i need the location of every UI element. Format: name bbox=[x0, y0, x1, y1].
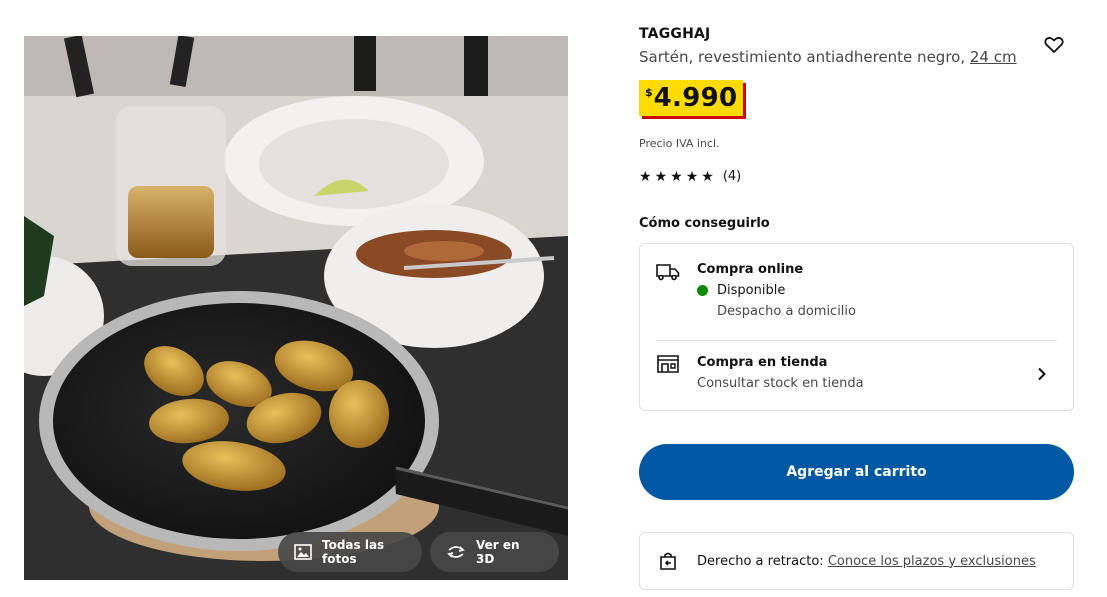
chevron-right-icon bbox=[1038, 367, 1046, 381]
view-3d-button[interactable]: Ver en 3D bbox=[430, 532, 559, 572]
price-tag: $ 4.990 bbox=[639, 80, 744, 116]
online-status-text: Disponible bbox=[717, 283, 786, 298]
favorite-button[interactable] bbox=[1043, 34, 1065, 56]
star-icon: ★ bbox=[701, 168, 714, 185]
product-description-text: Sartén, revestimiento antiadherente negr… bbox=[639, 48, 966, 66]
truck-icon bbox=[656, 264, 680, 281]
online-status: Disponible bbox=[697, 283, 856, 298]
star-icon: ★ bbox=[639, 168, 652, 185]
product-photo bbox=[24, 36, 568, 580]
store-icon bbox=[657, 355, 679, 373]
all-photos-button[interactable]: Todas las fotos bbox=[278, 532, 422, 572]
rotate-3d-icon bbox=[447, 546, 465, 558]
price-currency: $ bbox=[645, 86, 653, 99]
rating[interactable]: ★ ★ ★ ★ ★ (4) bbox=[639, 169, 741, 184]
status-dot bbox=[697, 285, 708, 296]
store-sub: Consultar stock en tienda bbox=[697, 376, 864, 391]
availability-card: Compra online Disponible Despacho a domi… bbox=[639, 243, 1074, 411]
product-description: Sartén, revestimiento antiadherente negr… bbox=[639, 48, 1075, 66]
returns-card: Derecho a retracto: Conoce los plazos y … bbox=[639, 532, 1074, 590]
return-bag-icon bbox=[660, 552, 676, 570]
online-sub: Despacho a domicilio bbox=[717, 304, 856, 319]
returns-label: Derecho a retracto: bbox=[697, 553, 824, 569]
store-purchase-option[interactable]: Compra en tienda Consultar stock en tien… bbox=[656, 340, 1057, 410]
online-purchase-option: Compra online Disponible Despacho a domi… bbox=[656, 260, 1057, 340]
store-title: Compra en tienda bbox=[697, 355, 828, 370]
vat-note: Precio IVA incl. bbox=[639, 137, 720, 150]
size-link[interactable]: 24 cm bbox=[970, 48, 1017, 66]
product-image[interactable]: Todas las fotos Ver en 3D bbox=[24, 36, 568, 580]
star-icon: ★ bbox=[670, 168, 683, 185]
gallery-icon bbox=[294, 544, 312, 560]
returns-link[interactable]: Conoce los plazos y exclusiones bbox=[828, 554, 1036, 569]
all-photos-label: Todas las fotos bbox=[322, 538, 385, 566]
add-to-cart-button[interactable]: Agregar al carrito bbox=[639, 444, 1074, 500]
star-icon: ★ bbox=[685, 168, 699, 185]
star-icon: ★ bbox=[654, 168, 668, 185]
heart-icon bbox=[1044, 37, 1064, 53]
online-title: Compra online bbox=[697, 262, 804, 277]
price-amount: 4.990 bbox=[653, 83, 738, 113]
rating-stars: ★ ★ ★ ★ ★ bbox=[639, 170, 714, 184]
product-name: TAGGHAJ bbox=[639, 26, 711, 42]
rating-count: (4) bbox=[722, 169, 742, 184]
product-info: TAGGHAJ Sartén, revestimiento antiadhere… bbox=[639, 26, 1075, 590]
availability-heading: Cómo conseguirlo bbox=[639, 216, 770, 231]
view-3d-label: Ver en 3D bbox=[476, 538, 520, 566]
